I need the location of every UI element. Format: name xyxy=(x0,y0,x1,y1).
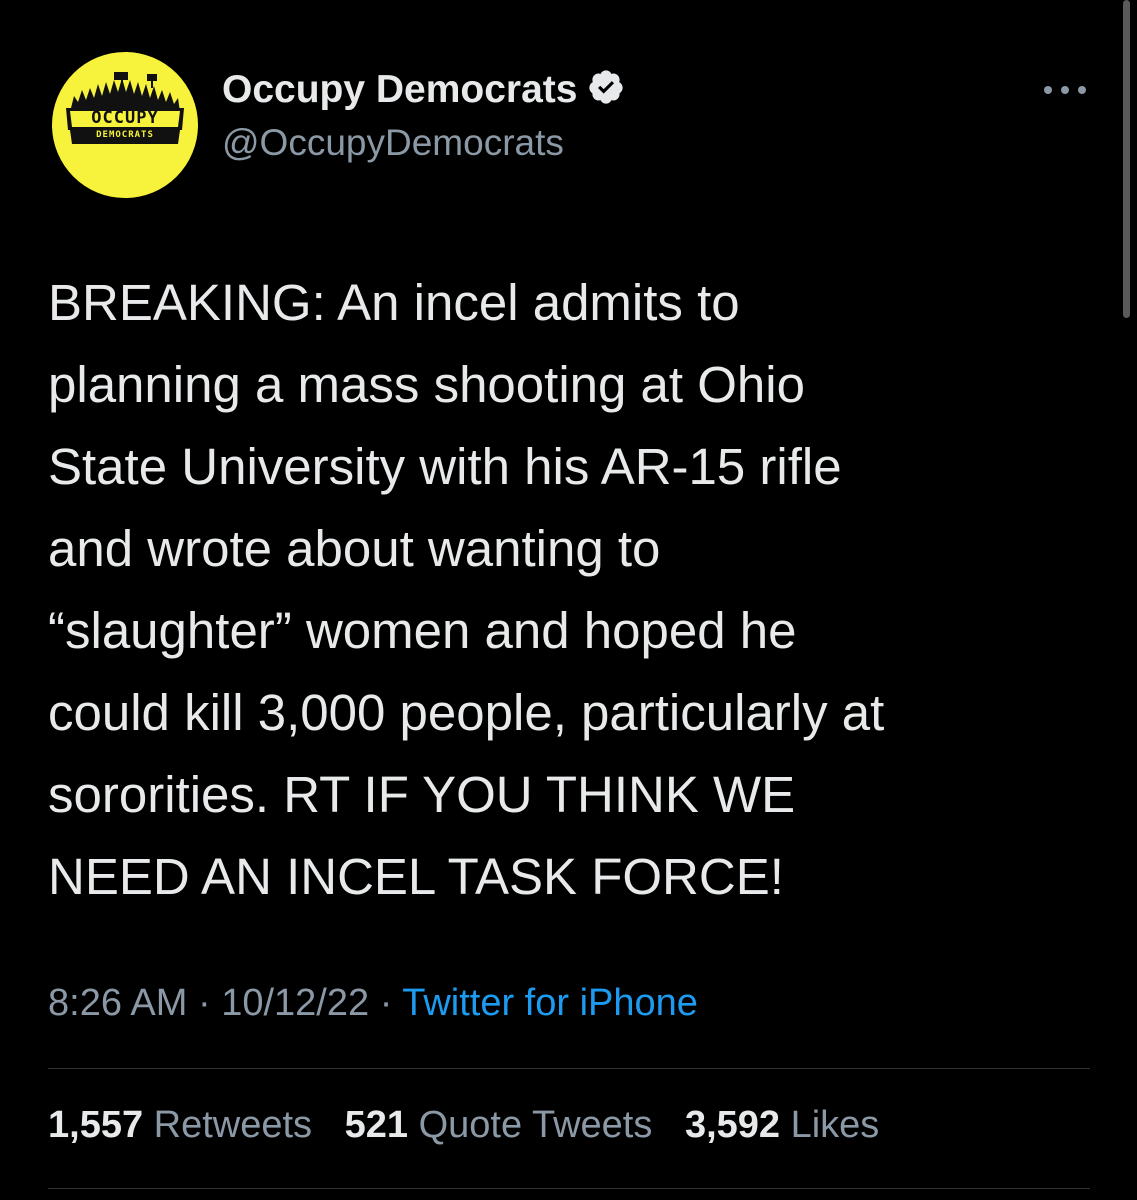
author-name-row[interactable]: Occupy Democrats xyxy=(222,68,625,116)
avatar-logo-text: OCCUPY xyxy=(91,108,159,128)
tweet-text-line: and wrote about wanting to xyxy=(48,520,661,577)
more-horizontal-icon[interactable] xyxy=(1040,80,1090,100)
verified-badge-icon xyxy=(587,68,625,116)
tweet-text-line: State University with his AR-15 rifle xyxy=(48,438,842,495)
tweet-text-line: planning a mass shooting at Ohio xyxy=(48,356,805,413)
quote-tweets-label: Quote Tweets xyxy=(418,1104,653,1146)
tweet-meta: 8:26 AM · 10/12/22 · Twitter for iPhone xyxy=(48,982,698,1025)
quote-tweets-count: 521 xyxy=(344,1104,409,1146)
tweet-date[interactable]: 10/12/22 xyxy=(221,982,369,1024)
likes-label: Likes xyxy=(790,1104,880,1146)
avatar-logo-subtext: DEMOCRATS xyxy=(96,130,154,140)
tweet-text-line: “slaughter” women and hoped he xyxy=(48,602,797,659)
retweets-stat[interactable]: 1,557 Retweets xyxy=(48,1104,312,1146)
tweet-text-line: could kill 3,000 people, particularly at xyxy=(48,684,885,741)
author-handle[interactable]: @OccupyDemocrats xyxy=(222,122,564,164)
tweet-time[interactable]: 8:26 AM xyxy=(48,982,187,1024)
meta-separator: · xyxy=(197,982,211,1024)
divider xyxy=(48,1068,1090,1069)
likes-count: 3,592 xyxy=(684,1104,781,1146)
tweet-source-link[interactable]: Twitter for iPhone xyxy=(402,982,698,1024)
retweets-count: 1,557 xyxy=(48,1104,144,1146)
avatar[interactable]: OCCUPY DEMOCRATS xyxy=(52,52,198,198)
tweet-stats: 1,557 Retweets 521 Quote Tweets 3,592 Li… xyxy=(48,1104,901,1147)
likes-stat[interactable]: 3,592 Likes xyxy=(685,1104,879,1146)
scrollbar[interactable] xyxy=(1123,0,1130,320)
tweet-text-line: NEED AN INCEL TASK FORCE! xyxy=(48,848,784,905)
tweet-detail: OCCUPY DEMOCRATS Occupy Democrats @Occup… xyxy=(0,0,1137,1200)
retweets-label: Retweets xyxy=(153,1104,313,1146)
tweet-text: BREAKING: An incel admits to planning a … xyxy=(48,262,1108,918)
tweet-text-line: sororities. RT IF YOU THINK WE xyxy=(48,766,796,823)
divider xyxy=(48,1188,1090,1189)
author-display-name[interactable]: Occupy Democrats xyxy=(222,68,577,111)
quote-tweets-stat[interactable]: 521 Quote Tweets xyxy=(345,1104,653,1146)
tweet-text-line: BREAKING: An incel admits to xyxy=(48,274,740,331)
scrollbar-thumb[interactable] xyxy=(1123,0,1130,318)
meta-separator: · xyxy=(379,982,393,1024)
